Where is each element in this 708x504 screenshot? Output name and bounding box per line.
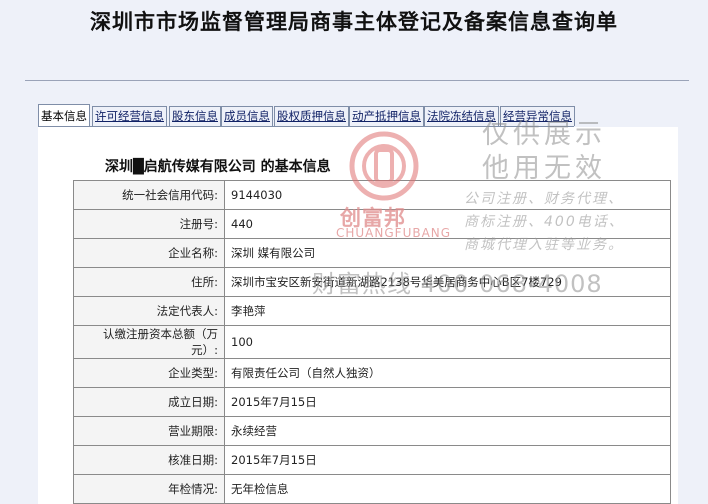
tab-shareholder-info[interactable]: 股东信息 <box>169 106 221 126</box>
field-value: 100 <box>224 325 671 359</box>
field-value: 2015年7月15日 <box>224 445 671 475</box>
tab-basic-info[interactable]: 基本信息 <box>38 104 90 127</box>
field-label: 企业类型: <box>73 358 225 388</box>
field-label: 核准日期: <box>73 445 225 475</box>
field-value: 有限责任公司（自然人独资） <box>224 358 671 388</box>
tab-license-info[interactable]: 许可经营信息 <box>92 106 167 126</box>
field-label: 年检情况: <box>73 474 225 504</box>
field-label: 成立日期: <box>73 387 225 417</box>
field-value: 深圳 媒有限公司 <box>224 238 671 268</box>
title-divider <box>25 80 689 81</box>
table-row: 住所: 深圳市宝安区新安街道新湖路2138号华美居商务中心B区7楼729 <box>73 267 671 297</box>
table-row: 年检情况: 无年检信息 <box>73 474 671 504</box>
page-title: 深圳市市场监督管理局商事主体登记及备案信息查询单 <box>90 10 618 34</box>
table-row: 核准日期: 2015年7月15日 <box>73 445 671 475</box>
field-value: 无年检信息 <box>224 474 671 504</box>
basic-info-table: 统一社会信用代码: 9144030 注册号: 440 企业名称: 深圳 媒有限公… <box>73 180 671 504</box>
company-heading: 深圳█启航传媒有限公司 的基本信息 <box>105 159 331 175</box>
tab-abnormal-operation-info[interactable]: 经营异常信息 <box>500 106 575 126</box>
field-value: 9144030 <box>224 180 671 210</box>
field-label: 营业期限: <box>73 416 225 446</box>
table-row: 企业类型: 有限责任公司（自然人独资） <box>73 358 671 388</box>
table-row: 认缴注册资本总额（万元）: 100 <box>73 325 671 359</box>
table-row: 法定代表人: 李艳萍 <box>73 296 671 326</box>
tab-equity-pledge-info[interactable]: 股权质押信息 <box>274 106 349 126</box>
field-label: 企业名称: <box>73 238 225 268</box>
table-row: 营业期限: 永续经营 <box>73 416 671 446</box>
field-label: 住所: <box>73 267 225 297</box>
field-label: 统一社会信用代码: <box>73 180 225 210</box>
field-value: 2015年7月15日 <box>224 387 671 417</box>
table-row: 统一社会信用代码: 9144030 <box>73 180 671 210</box>
field-value: 深圳市宝安区新安街道新湖路2138号华美居商务中心B区7楼729 <box>224 267 671 297</box>
field-label: 法定代表人: <box>73 296 225 326</box>
field-label: 认缴注册资本总额（万元）: <box>73 325 225 359</box>
table-row: 成立日期: 2015年7月15日 <box>73 387 671 417</box>
field-label: 注册号: <box>73 209 225 239</box>
tab-member-info[interactable]: 成员信息 <box>221 106 273 126</box>
tab-chattel-mortgage-info[interactable]: 动产抵押信息 <box>349 106 424 126</box>
table-row: 注册号: 440 <box>73 209 671 239</box>
tab-court-freeze-info[interactable]: 法院冻结信息 <box>424 106 499 126</box>
table-row: 企业名称: 深圳 媒有限公司 <box>73 238 671 268</box>
field-value: 李艳萍 <box>224 296 671 326</box>
field-value: 440 <box>224 209 671 239</box>
field-value: 永续经营 <box>224 416 671 446</box>
